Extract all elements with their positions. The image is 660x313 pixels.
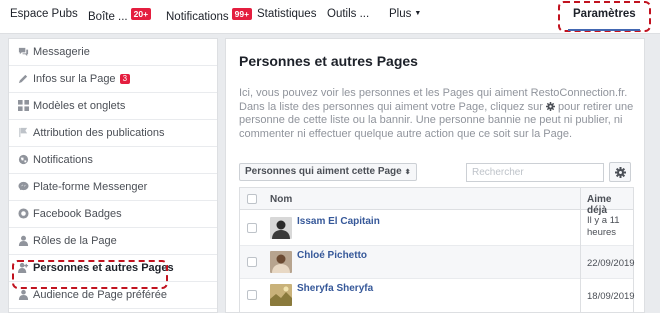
gear-icon (615, 167, 626, 178)
nav-notifications-label: Notifications (166, 11, 229, 23)
sidebar-item-badge: 3 (119, 74, 131, 84)
avatar (270, 251, 292, 273)
sidebar-item-messenger[interactable]: Plate-forme Messenger (9, 174, 217, 201)
nav-boite[interactable]: Boîte ... 20+ (88, 8, 152, 23)
filter-dropdown[interactable]: Personnes qui aiment cette Page ⬍ (239, 163, 417, 181)
sidebar-item-messagerie[interactable]: Messagerie (9, 39, 217, 66)
sidebar-item-label: Attribution des publications (33, 127, 165, 139)
sidebar-item-label: Rôles de la Page (33, 235, 117, 247)
like-date: Il y a 11 heures (587, 215, 620, 238)
person-name[interactable]: Chloé Pichetto (297, 250, 367, 261)
nav-notifications[interactable]: Notifications 99+ (166, 8, 253, 23)
settings-button[interactable] (609, 162, 631, 182)
main-panel: Personnes et autres Pages Ici, vous pouv… (225, 38, 645, 313)
highlight-annotation (12, 260, 168, 289)
column-divider (580, 188, 581, 313)
badge-icon (18, 208, 29, 219)
nav-notifications-badge: 99+ (231, 8, 253, 20)
nav-outils-label: Outils ... (327, 8, 370, 20)
sidebar-item-roles[interactable]: Rôles de la Page (9, 228, 217, 255)
nav-statistiques-label: Statistiques (257, 8, 317, 20)
sort-arrows-icon: ⬍ (404, 169, 411, 176)
nav-parametres[interactable]: Paramètres (573, 8, 636, 20)
sidebar-item-attribution[interactable]: Attribution des publications (9, 120, 217, 147)
nav-outils[interactable]: Outils ... (327, 8, 369, 20)
sidebar-item-label: Audience de Page préférée (33, 289, 167, 301)
nav-plus[interactable]: Plus ▼ (389, 8, 421, 20)
filter-label: Personnes qui aiment cette Page (245, 166, 402, 177)
page-description: Ici, vous pouvez voir les personnes et l… (239, 87, 634, 141)
sidebar-item-infos-page[interactable]: Infos sur la Page 3 (9, 66, 217, 93)
column-header-name: Nom (270, 194, 293, 205)
avatar (270, 284, 292, 306)
sidebar-item-modeles[interactable]: Modèles et onglets (9, 93, 217, 120)
gear-icon (545, 101, 555, 111)
sidebar-item-text: Infos sur la Page (33, 73, 116, 85)
nav-boite-label: Boîte ... (88, 11, 128, 23)
top-navigation: Espace Pubs Boîte ... 20+ Notifications 99… (0, 0, 660, 34)
select-all-checkbox[interactable] (247, 194, 257, 204)
messenger-icon (18, 181, 29, 191)
search-input[interactable] (466, 163, 604, 182)
table-row[interactable]: Sheryfa Sheryfa 18/09/2019 (240, 279, 635, 313)
flag-icon (19, 127, 28, 138)
nav-espace-pubs-label: Espace Pubs (10, 8, 78, 20)
person-name[interactable]: Sheryfa Sheryfa (297, 283, 373, 294)
audience-icon (18, 289, 29, 300)
avatar (270, 217, 292, 239)
like-date: 22/09/2019 (587, 258, 635, 269)
sidebar-item-label: Infos sur la Page 3 (33, 73, 131, 85)
globe-icon (18, 154, 29, 165)
like-date: 18/09/2019 (587, 291, 635, 302)
nav-plus-label: Plus (389, 8, 412, 20)
person-name[interactable]: Issam El Capitain (297, 216, 380, 227)
people-table: Nom Aime déjà Issam El Capitain Il y a 1… (239, 187, 635, 313)
page-title: Personnes et autres Pages (239, 53, 418, 69)
sidebar-item-label: Plate-forme Messenger (33, 181, 148, 193)
sidebar-item-badges[interactable]: Facebook Badges (9, 201, 217, 228)
table-row[interactable]: Issam El Capitain Il y a 11 heures (240, 210, 633, 246)
nav-statistiques[interactable]: Statistiques (257, 8, 316, 20)
sidebar-item-notifications[interactable]: Notifications (9, 147, 217, 174)
nav-espace-pubs[interactable]: Espace Pubs (10, 8, 78, 20)
nav-boite-badge: 20+ (130, 8, 152, 20)
sidebar-item-label: Messagerie (33, 46, 90, 58)
pencil-icon (18, 74, 28, 84)
person-icon (18, 235, 29, 246)
row-checkbox[interactable] (247, 223, 257, 233)
row-checkbox[interactable] (247, 290, 257, 300)
sidebar-item-label: Facebook Badges (33, 208, 122, 220)
caret-down-icon: ▼ (414, 10, 422, 17)
table-row[interactable]: Chloé Pichetto 22/09/2019 (240, 246, 635, 279)
messages-icon (18, 47, 29, 57)
grid-icon (18, 100, 29, 111)
active-tab-underline (568, 29, 640, 31)
sidebar-item-label: Modèles et onglets (33, 100, 126, 112)
sidebar-item-label: Notifications (33, 154, 93, 166)
row-checkbox[interactable] (247, 257, 257, 267)
table-header: Nom Aime déjà (240, 188, 633, 216)
